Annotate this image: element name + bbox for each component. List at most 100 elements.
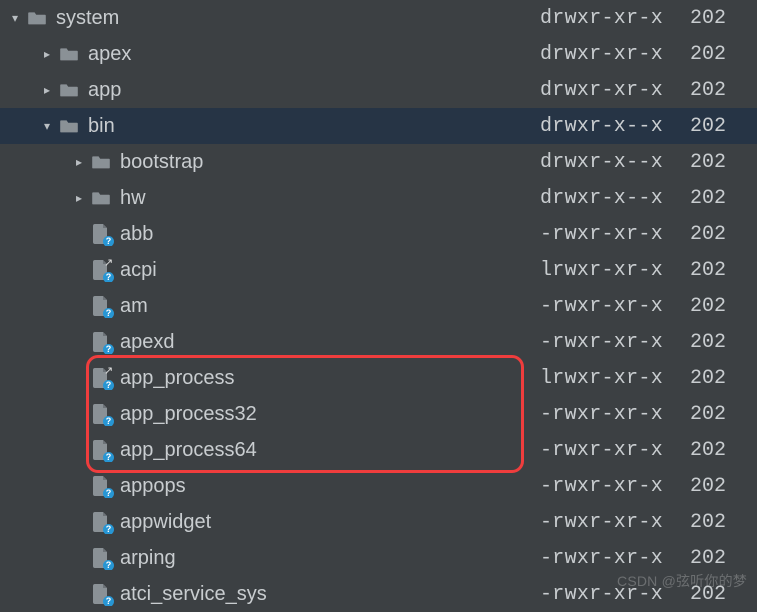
permissions-cell: drwxr-xr-x (540, 43, 690, 66)
row-name-area[interactable]: ? abb (0, 223, 540, 246)
watermark: CSDN @弦听你的梦 (617, 571, 747, 591)
tree-row[interactable]: ▸apexdrwxr-xr-x202 (0, 36, 757, 72)
row-name-area[interactable]: ▸ apex (0, 43, 540, 66)
row-name-area[interactable]: ? appops (0, 475, 540, 498)
date-cell: 202 (690, 223, 750, 246)
folder-icon (91, 190, 111, 206)
row-name-area[interactable]: ?am (0, 295, 540, 318)
file-icon: ↗? (90, 259, 112, 281)
row-name-area[interactable]: ? apexd (0, 331, 540, 354)
folder-icon (58, 115, 80, 137)
folder-icon (59, 46, 79, 62)
folder-icon (59, 82, 79, 98)
chevron-right-icon[interactable]: ▸ (70, 153, 88, 171)
permissions-cell: -rwxr-xr-x (540, 511, 690, 534)
date-cell: 202 (690, 115, 750, 138)
folder-icon (27, 10, 47, 26)
tree-item-label: appops (120, 475, 186, 498)
row-name-area[interactable]: ?app_process64 (0, 439, 540, 462)
unknown-badge-icon: ? (103, 416, 114, 426)
tree-item-label: apex (88, 43, 131, 66)
date-cell: 202 (690, 331, 750, 354)
file-icon: ? (90, 547, 112, 569)
row-name-area[interactable]: ↗? acpi (0, 259, 540, 282)
tree-item-label: bin (88, 115, 115, 138)
date-cell: 202 (690, 475, 750, 498)
tree-item-label: arping (120, 547, 176, 570)
tree-row[interactable]: ↗?acpilrwxr-xr-x202 (0, 252, 757, 288)
row-name-area[interactable]: ↗? app_process (0, 367, 540, 390)
unknown-badge-icon: ? (103, 236, 114, 246)
chevron-right-icon[interactable]: ▸ (70, 189, 88, 207)
date-cell: 202 (690, 403, 750, 426)
tree-row[interactable]: ?am-rwxr-xr-x202 (0, 288, 757, 324)
tree-item-label: acpi (120, 259, 157, 282)
tree-item-label: abb (120, 223, 153, 246)
permissions-cell: drwxr-x--x (540, 151, 690, 174)
unknown-badge-icon: ? (103, 380, 114, 390)
permissions-cell: lrwxr-xr-x (540, 367, 690, 390)
tree-row[interactable]: ? appops -rwxr-xr-x202 (0, 468, 757, 504)
file-icon: ? (90, 475, 112, 497)
unknown-badge-icon: ? (103, 308, 114, 318)
folder-icon (90, 187, 112, 209)
row-name-area[interactable]: ?appwidget (0, 511, 540, 534)
file-icon: ? (90, 295, 112, 317)
unknown-badge-icon: ? (103, 452, 114, 462)
tree-row[interactable]: ▸ bootstrap drwxr-x--x202 (0, 144, 757, 180)
chevron-down-icon[interactable]: ▾ (6, 9, 24, 27)
permissions-cell: -rwxr-xr-x (540, 547, 690, 570)
file-icon: ? (90, 331, 112, 353)
permissions-cell: -rwxr-xr-x (540, 223, 690, 246)
folder-icon (26, 7, 48, 29)
unknown-badge-icon: ? (103, 560, 114, 570)
chevron-right-icon[interactable]: ▸ (38, 45, 56, 63)
folder-icon (58, 79, 80, 101)
tree-row[interactable]: ? abb -rwxr-xr-x202 (0, 216, 757, 252)
date-cell: 202 (690, 295, 750, 318)
chevron-down-icon[interactable]: ▾ (38, 117, 56, 135)
unknown-badge-icon: ? (103, 524, 114, 534)
row-name-area[interactable]: ▾system (0, 7, 540, 30)
unknown-badge-icon: ? (103, 596, 114, 606)
file-icon: ? (90, 439, 112, 461)
chevron-right-icon[interactable]: ▸ (38, 81, 56, 99)
permissions-cell: -rwxr-xr-x (540, 475, 690, 498)
tree-row[interactable]: ▸hwdrwxr-x--x202 (0, 180, 757, 216)
row-name-area[interactable]: ▸hw (0, 187, 540, 210)
tree-row[interactable]: ?app_process32-rwxr-xr-x202 (0, 396, 757, 432)
permissions-cell: drwxr-x--x (540, 187, 690, 210)
file-icon: ? (90, 511, 112, 533)
permissions-cell: -rwxr-xr-x (540, 331, 690, 354)
tree-row[interactable]: ▾systemdrwxr-xr-x202 (0, 0, 757, 36)
file-icon: ? (90, 583, 112, 605)
shortcut-arrow-icon: ↗ (104, 259, 114, 269)
row-name-area[interactable]: ? arping (0, 547, 540, 570)
date-cell: 202 (690, 259, 750, 282)
tree-item-label: apexd (120, 331, 175, 354)
date-cell: 202 (690, 151, 750, 174)
row-name-area[interactable]: ▸ bootstrap (0, 151, 540, 174)
row-name-area[interactable]: ?atci_service_sys (0, 583, 540, 606)
row-name-area[interactable]: ▸app (0, 79, 540, 102)
date-cell: 202 (690, 547, 750, 570)
permissions-cell: drwxr-xr-x (540, 7, 690, 30)
tree-item-label: bootstrap (120, 151, 203, 174)
permissions-cell: -rwxr-xr-x (540, 295, 690, 318)
folder-icon (59, 118, 79, 134)
tree-row[interactable]: ▾bindrwxr-x--x202 (0, 108, 757, 144)
date-cell: 202 (690, 439, 750, 462)
tree-row[interactable]: ↗? app_process lrwxr-xr-x202 (0, 360, 757, 396)
tree-row[interactable]: ? apexd -rwxr-xr-x202 (0, 324, 757, 360)
tree-row[interactable]: ▸appdrwxr-xr-x202 (0, 72, 757, 108)
tree-row[interactable]: ?appwidget-rwxr-xr-x202 (0, 504, 757, 540)
tree-item-label: app_process (120, 367, 235, 390)
shortcut-arrow-icon: ↗ (104, 367, 114, 377)
row-name-area[interactable]: ▾ bin (0, 115, 540, 138)
date-cell: 202 (690, 367, 750, 390)
tree-row[interactable]: ?app_process64-rwxr-xr-x202 (0, 432, 757, 468)
file-tree[interactable]: ▾systemdrwxr-xr-x202▸apexdrwxr-xr-x202▸a… (0, 0, 757, 612)
unknown-badge-icon: ? (103, 344, 114, 354)
date-cell: 202 (690, 7, 750, 30)
row-name-area[interactable]: ?app_process32 (0, 403, 540, 426)
